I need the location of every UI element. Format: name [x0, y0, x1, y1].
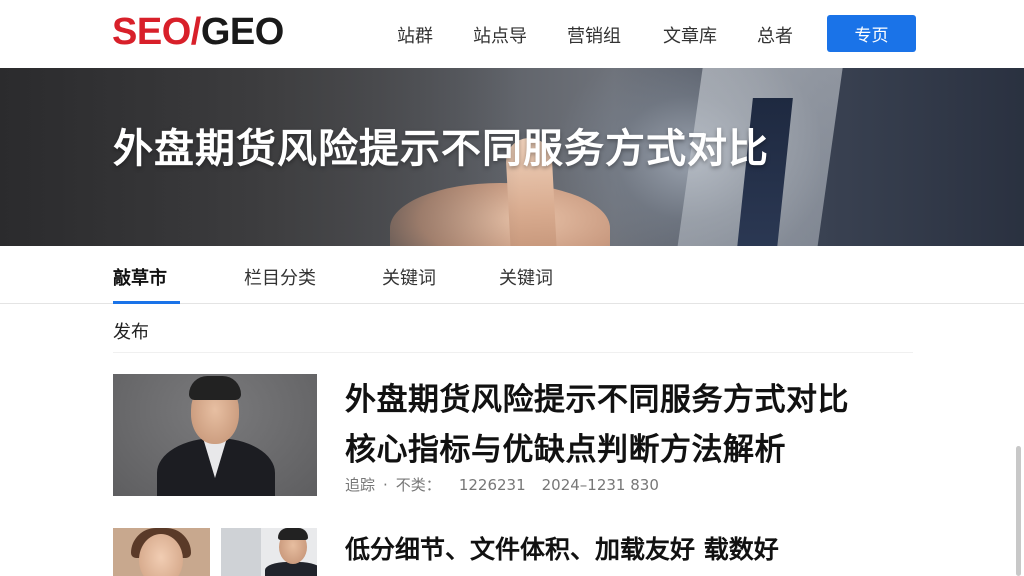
tab-1[interactable]: 敲草市 [113, 264, 167, 290]
article-title-line1[interactable]: 外盘期货风险提示不同服务方式对比 [345, 374, 849, 419]
section-divider [113, 352, 913, 353]
meta-date: 2024–1231 830 [541, 476, 659, 494]
top-header: SEO/GEO 站群 站点导 营销组 文章库 总者 专页 [0, 0, 1024, 68]
hero-banner: 外盘期货风险提示不同服务方式对比 [0, 68, 1024, 246]
thumb-hair [189, 376, 241, 400]
section-label: 发布 [113, 322, 149, 343]
thumb3-hair [278, 528, 308, 540]
site-logo[interactable]: SEO/GEO [112, 10, 284, 54]
thumb3-suit [265, 562, 317, 576]
nav-item-5[interactable]: 总者 [757, 22, 793, 48]
article-thumbnail[interactable] [113, 374, 317, 496]
logo-seo: SEO/ [112, 11, 201, 53]
scrollbar-thumb[interactable] [1016, 446, 1021, 576]
nav-item-4[interactable]: 文章库 [663, 22, 717, 48]
meta-sep: · [383, 476, 388, 494]
nav-item-1[interactable]: 站群 [397, 22, 433, 48]
meta-id: 1226231 [458, 476, 526, 494]
article-meta: 追踪 · 不类： 1226231 2024–1231 830 [345, 474, 667, 495]
meta-source: 追踪 [345, 476, 376, 494]
article2-title[interactable]: 低分细节、文件体积、加载友好 载数好 [345, 530, 779, 566]
article2-thumbnail-a[interactable] [113, 528, 210, 576]
thumb3-panel [221, 528, 261, 576]
article-title-line2[interactable]: 核心指标与优缺点判断方法解析 [345, 424, 786, 469]
active-tab-indicator [113, 301, 180, 304]
tab-3[interactable]: 关键词 [382, 264, 436, 290]
logo-geo: GEO [200, 11, 284, 53]
article2-thumbnail-b[interactable] [221, 528, 317, 576]
hero-title: 外盘期货风险提示不同服务方式对比 [113, 126, 769, 172]
nav-item-3[interactable]: 营销组 [567, 22, 621, 48]
tab-4[interactable]: 关键词 [499, 264, 553, 290]
header-action-button[interactable]: 专页 [827, 15, 916, 52]
category-tabs: 敲草市 栏目分类 关键词 关键词 [0, 246, 1024, 304]
tab-2[interactable]: 栏目分类 [244, 264, 316, 290]
nav-item-2[interactable]: 站点导 [473, 22, 527, 48]
meta-type: 不类： [395, 476, 441, 494]
